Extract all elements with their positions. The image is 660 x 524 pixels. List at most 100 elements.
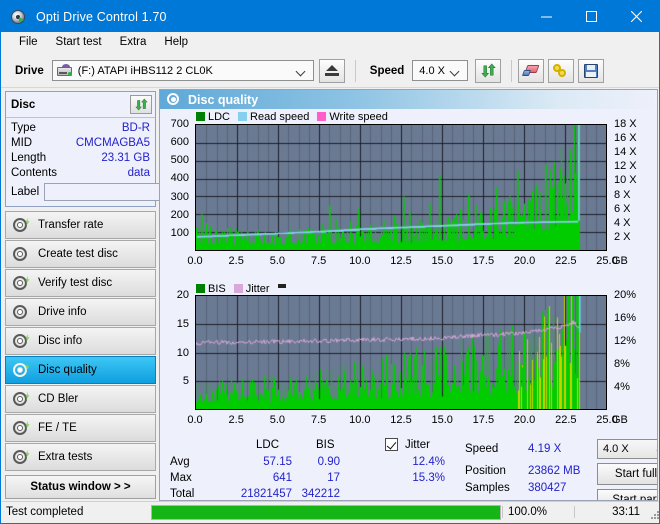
- save-button[interactable]: [578, 58, 605, 83]
- eject-icon: [324, 64, 339, 77]
- sidebar-item-disc-quality[interactable]: Disc quality: [5, 356, 156, 384]
- position-stat-value: 23862 MB: [528, 465, 581, 477]
- sidebar-item-drive-info[interactable]: Drive info: [5, 298, 156, 326]
- chevron-down-icon: [297, 66, 306, 75]
- stats-header-jitter: Jitter: [405, 439, 430, 451]
- left-panel: Disc Type BD-R MID CMCMAGBA5 Length 23.3…: [2, 89, 247, 501]
- menu-item-file[interactable]: File: [10, 34, 47, 51]
- samples-stat-label: Samples: [465, 482, 510, 494]
- sidebar-item-extra-tests[interactable]: Extra tests: [5, 443, 156, 471]
- stats-header-ldc: LDC: [256, 439, 280, 451]
- axis-tick: 2 X: [614, 230, 631, 243]
- legend-marker-icon: [277, 283, 286, 288]
- axis-tick: 15.0: [431, 414, 453, 426]
- axis-tick: 7.5: [310, 255, 327, 267]
- maximize-icon[interactable]: [569, 1, 614, 32]
- bis-plot-area: [195, 295, 607, 410]
- bis-x-axis-unit: GB: [612, 414, 628, 426]
- axis-tick: 6 X: [614, 202, 631, 215]
- status-bar: Test completed 100.0% 33:11: [2, 501, 659, 522]
- menu-bar: File Start test Extra Help: [1, 32, 659, 54]
- stats-row-avg-bis: 0.90: [317, 456, 340, 468]
- sidebar-item-label: Disc info: [38, 335, 83, 347]
- stats-row-avg-jitter: 12.4%: [412, 456, 445, 468]
- start-part-button[interactable]: Start part: [597, 489, 657, 500]
- start-full-button[interactable]: Start full: [597, 463, 657, 485]
- progress-percent: 100.0%: [502, 506, 574, 518]
- axis-tick: 700: [170, 118, 189, 130]
- axis-tick: 18 X: [614, 118, 637, 130]
- eject-button[interactable]: [318, 58, 345, 83]
- progress-bar-fill: [152, 505, 500, 519]
- menu-item-extra[interactable]: Extra: [111, 34, 156, 51]
- axis-tick: 10.0: [349, 414, 371, 426]
- refresh-button[interactable]: [475, 58, 502, 83]
- disc-info-rows: Type BD-R MID CMCMAGBA5 Length 23.31 GB …: [6, 118, 247, 206]
- jitter-checkbox[interactable]: [385, 438, 398, 451]
- sidebar-item-create-test-disc[interactable]: Create test disc: [5, 240, 156, 268]
- axis-tick: 22.5: [555, 255, 577, 267]
- page-title: Disc quality: [188, 92, 259, 107]
- close-icon[interactable]: [614, 1, 659, 32]
- erase-button[interactable]: [518, 58, 545, 83]
- sidebar-nav: Transfer rate Create test disc Verify te…: [5, 211, 156, 472]
- drive-label: Drive: [15, 64, 44, 77]
- stats-row-total-bis: 342212: [301, 488, 340, 500]
- disc-row-mid-key: MID: [11, 136, 33, 149]
- disc-test-icon: [13, 421, 30, 435]
- save-icon: [584, 63, 599, 78]
- legend-swatch-bis: [196, 284, 205, 293]
- drive-select[interactable]: (F:) ATAPI iHBS112 2 CL0K: [51, 60, 314, 81]
- legend-swatch-read-speed: [238, 112, 248, 121]
- bis-jitter-chart: BIS Jitter 20 15 10 5 20% 16% 12% 8% 4% 0.0 2.5 5…: [160, 282, 657, 437]
- tools-button[interactable]: [548, 58, 575, 83]
- toolbar: Drive (F:) ATAPI iHBS112 2 CL0K Speed 4.…: [1, 54, 659, 88]
- axis-tick: 2.5: [228, 255, 244, 267]
- axis-tick: 4%: [614, 381, 630, 393]
- disc-info-icon: [13, 334, 30, 348]
- sidebar-item-verify-test-disc[interactable]: Verify test disc: [5, 269, 156, 297]
- menu-item-help[interactable]: Help: [155, 34, 197, 51]
- app-window: Opti Drive Control 1.70 File Start test …: [0, 0, 660, 524]
- disc-row-length: Length 23.31 GB: [11, 150, 150, 165]
- axis-tick: 300: [170, 190, 189, 203]
- drive-select-value: (F:) ATAPI iHBS112 2 CL0K: [77, 64, 213, 77]
- bis-y2-axis-jitter: 20% 16% 12% 8% 4%: [610, 289, 650, 410]
- legend-swatch-jitter: [233, 284, 243, 293]
- menu-item-start-test[interactable]: Start test: [47, 34, 111, 51]
- ldc-y2-axis-speed: 18 X 16 X 14 X 12 X 10 X8 X6 X4 X2 X: [610, 118, 650, 251]
- stats-row-max-jitter: 15.3%: [412, 472, 445, 484]
- stats-row-avg-label: Avg: [170, 456, 190, 468]
- axis-tick: 2.5: [228, 414, 244, 426]
- sidebar-item-label: Drive info: [38, 306, 87, 318]
- test-speed-select-value: 4.0 X: [603, 443, 629, 455]
- disc-refresh-button[interactable]: [130, 95, 152, 114]
- status-text: Test completed: [6, 506, 84, 518]
- axis-tick: 12%: [614, 335, 637, 347]
- legend-label-write-speed: Write speed: [329, 110, 388, 123]
- sidebar-item-disc-info[interactable]: Disc info: [5, 327, 156, 355]
- sidebar-item-cd-bler[interactable]: CD Bler: [5, 385, 156, 413]
- tools-icon: [553, 63, 569, 78]
- disc-row-contents-value: data: [127, 166, 150, 179]
- axis-tick: 20.0: [513, 255, 536, 267]
- speed-select-value: 4.0 X: [419, 64, 445, 77]
- sidebar-item-transfer-rate[interactable]: Transfer rate: [5, 211, 156, 239]
- stats-row-avg-ldc: 57.15: [263, 456, 292, 468]
- axis-tick: 8 X: [614, 188, 631, 201]
- disc-row-type-value: BD-R: [121, 121, 150, 134]
- speed-label: Speed: [369, 64, 405, 77]
- minimize-icon[interactable]: [524, 1, 569, 32]
- sidebar-item-label: Verify test disc: [38, 277, 113, 289]
- ldc-plot-area: [195, 124, 607, 251]
- samples-stat-value: 380427: [528, 482, 567, 494]
- resize-grip-icon[interactable]: [646, 505, 659, 519]
- speed-select[interactable]: 4.0 X: [412, 60, 469, 81]
- disc-label-key: Label: [11, 186, 40, 198]
- test-speed-select[interactable]: 4.0 X: [597, 439, 657, 459]
- status-window-button[interactable]: Status window > >: [5, 475, 156, 499]
- axis-tick: 7.5: [310, 414, 327, 426]
- disc-row-contents: Contents data: [11, 165, 150, 180]
- disc-row-length-key: Length: [11, 151, 47, 164]
- sidebar-item-fe-te[interactable]: FE / TE: [5, 414, 156, 442]
